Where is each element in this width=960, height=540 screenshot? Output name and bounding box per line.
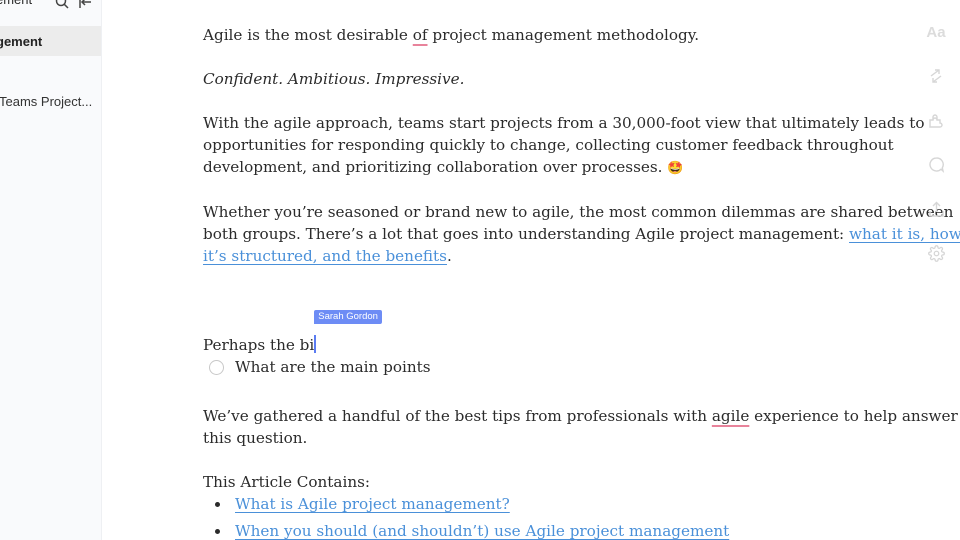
collaborator-label: Sarah Gordon bbox=[314, 310, 382, 324]
paragraph-dilemmas[interactable]: Whether you’re seasoned or brand new to … bbox=[203, 201, 960, 267]
toc-item: When you should (and shouldn’t) use Agil… bbox=[203, 520, 729, 540]
gear-icon[interactable] bbox=[922, 241, 950, 265]
paragraph-intro[interactable]: Agile is the most desirable of project m… bbox=[203, 24, 699, 46]
bullet-icon bbox=[215, 529, 220, 534]
collaborator-cursor: Sarah Gordon bbox=[314, 310, 382, 353]
paragraph-perhaps[interactable]: Perhaps the bi Sarah Gordon bbox=[203, 310, 382, 356]
spellcheck-flag[interactable]: of bbox=[413, 26, 428, 44]
comment-icon[interactable] bbox=[922, 152, 950, 176]
puzzle-icon[interactable] bbox=[922, 108, 950, 132]
text-cursor bbox=[314, 335, 317, 353]
toc-heading[interactable]: This Article Contains: bbox=[203, 471, 370, 493]
sync-arrows-icon[interactable] bbox=[922, 64, 950, 88]
right-toolbar: Aa bbox=[922, 0, 952, 280]
todo-checkbox[interactable] bbox=[209, 359, 224, 375]
collapse-sidebar-icon[interactable] bbox=[78, 0, 92, 9]
todo-item: What are the main points bbox=[209, 356, 431, 378]
paragraph-gathered[interactable]: We’ve gathered a handful of the best tip… bbox=[203, 405, 958, 449]
toc-item: What is Agile project management? bbox=[203, 493, 510, 515]
todo-label[interactable]: What are the main points bbox=[235, 356, 431, 378]
sidebar-header: ement bbox=[0, 0, 101, 12]
paragraph-tagline[interactable]: Confident. Ambitious. Impressive. bbox=[203, 68, 464, 90]
paragraph-agile-approach[interactable]: With the agile approach, teams start pro… bbox=[203, 112, 924, 180]
app: ement gement Teams Project... Agile is t… bbox=[0, 0, 960, 540]
search-icon[interactable] bbox=[55, 0, 69, 9]
link-structure-benefits[interactable]: it’s structured, and the benefits bbox=[203, 247, 447, 265]
bullet-icon bbox=[215, 502, 220, 507]
toc-link-when-to-use[interactable]: When you should (and shouldn’t) use Agil… bbox=[235, 520, 729, 540]
sidebar: ement gement Teams Project... bbox=[0, 0, 102, 540]
sidebar-item-label: Teams Project... bbox=[0, 93, 93, 109]
share-upload-icon[interactable] bbox=[922, 197, 950, 221]
sidebar-item-label: gement bbox=[0, 33, 43, 49]
spellcheck-flag[interactable]: agile bbox=[712, 407, 749, 425]
sidebar-title: ement bbox=[0, 0, 32, 7]
sidebar-item-agile-management[interactable]: gement bbox=[0, 26, 101, 56]
text-format-icon[interactable]: Aa bbox=[922, 20, 950, 44]
toc-link-what-is-agile[interactable]: What is Agile project management? bbox=[235, 493, 510, 515]
sidebar-item-teams-project[interactable]: Teams Project... bbox=[0, 86, 101, 116]
star-struck-emoji: 🤩 bbox=[667, 161, 684, 176]
